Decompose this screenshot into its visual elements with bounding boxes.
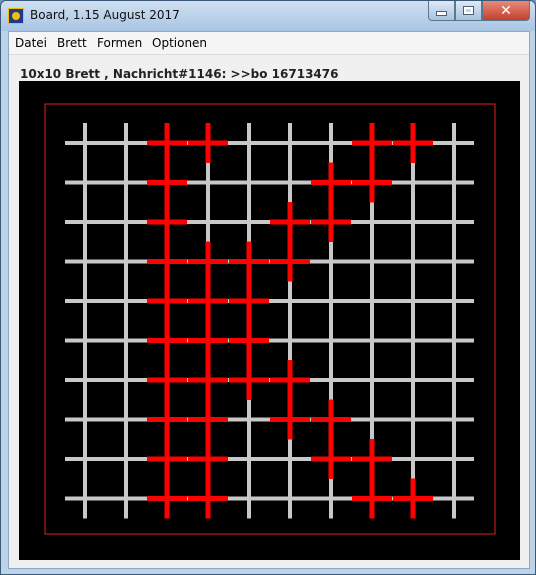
highlighted-cell[interactable]: [188, 281, 228, 321]
highlighted-cell[interactable]: [311, 399, 351, 440]
highlighted-cell[interactable]: [188, 399, 228, 440]
highlighted-cell[interactable]: [352, 478, 392, 519]
highlighted-cell[interactable]: [147, 241, 187, 282]
highlighted-cell[interactable]: [270, 241, 310, 282]
client-area: Datei Brett Formen Optionen 10x10 Brett …: [8, 31, 530, 569]
menu-bar: Datei Brett Formen Optionen: [9, 32, 529, 55]
highlighted-cell[interactable]: [188, 320, 228, 361]
menu-formen[interactable]: Formen: [97, 36, 142, 50]
highlighted-cell[interactable]: [352, 162, 392, 203]
highlighted-cell[interactable]: [229, 241, 269, 282]
highlighted-cell[interactable]: [229, 281, 269, 321]
highlighted-cell[interactable]: [270, 202, 310, 242]
highlighted-cell[interactable]: [270, 360, 310, 400]
maximize-icon: [463, 6, 474, 15]
highlighted-cell[interactable]: [147, 281, 187, 321]
menu-brett[interactable]: Brett: [57, 36, 87, 50]
close-icon: ✕: [500, 2, 512, 19]
highlighted-cell[interactable]: [147, 439, 187, 479]
highlighted-cell[interactable]: [393, 478, 433, 519]
menu-datei[interactable]: Datei: [15, 36, 47, 50]
highlighted-cell[interactable]: [147, 123, 187, 163]
highlighted-cell[interactable]: [147, 320, 187, 361]
highlighted-cell[interactable]: [147, 478, 187, 519]
title-bar[interactable]: Board, 1.15 August 2017 ✕: [1, 1, 535, 31]
menu-optionen[interactable]: Optionen: [152, 36, 207, 50]
highlighted-cell[interactable]: [352, 439, 392, 479]
window-title: Board, 1.15 August 2017: [30, 8, 180, 22]
app-window: Board, 1.15 August 2017 ✕ Datei Brett Fo…: [0, 0, 536, 575]
highlighted-cell[interactable]: [311, 202, 351, 242]
board-grid[interactable]: [19, 81, 520, 560]
highlighted-cell[interactable]: [393, 123, 433, 163]
highlighted-cell[interactable]: [147, 202, 187, 242]
app-icon[interactable]: [8, 8, 24, 24]
highlighted-cell[interactable]: [229, 320, 269, 361]
highlighted-cell[interactable]: [188, 439, 228, 479]
status-message: 10x10 Brett , Nachricht#1146: >>bo 16713…: [20, 67, 339, 81]
highlighted-cell[interactable]: [188, 478, 228, 519]
highlighted-cell[interactable]: [270, 399, 310, 440]
highlighted-cell[interactable]: [147, 162, 187, 203]
close-button[interactable]: ✕: [482, 1, 530, 21]
highlighted-cell[interactable]: [147, 399, 187, 440]
highlighted-cell[interactable]: [352, 123, 392, 163]
board-canvas[interactable]: [19, 81, 520, 560]
highlighted-cell[interactable]: [311, 162, 351, 203]
highlighted-cell[interactable]: [188, 241, 228, 282]
highlighted-cell[interactable]: [311, 439, 351, 479]
board-border: [44, 103, 496, 535]
minimize-icon: [436, 11, 447, 16]
highlighted-cell[interactable]: [188, 360, 228, 400]
maximize-button[interactable]: [455, 1, 482, 21]
minimize-button[interactable]: [428, 1, 455, 21]
highlighted-cell[interactable]: [188, 123, 228, 163]
highlighted-cell[interactable]: [229, 360, 269, 400]
highlighted-cell[interactable]: [147, 360, 187, 400]
